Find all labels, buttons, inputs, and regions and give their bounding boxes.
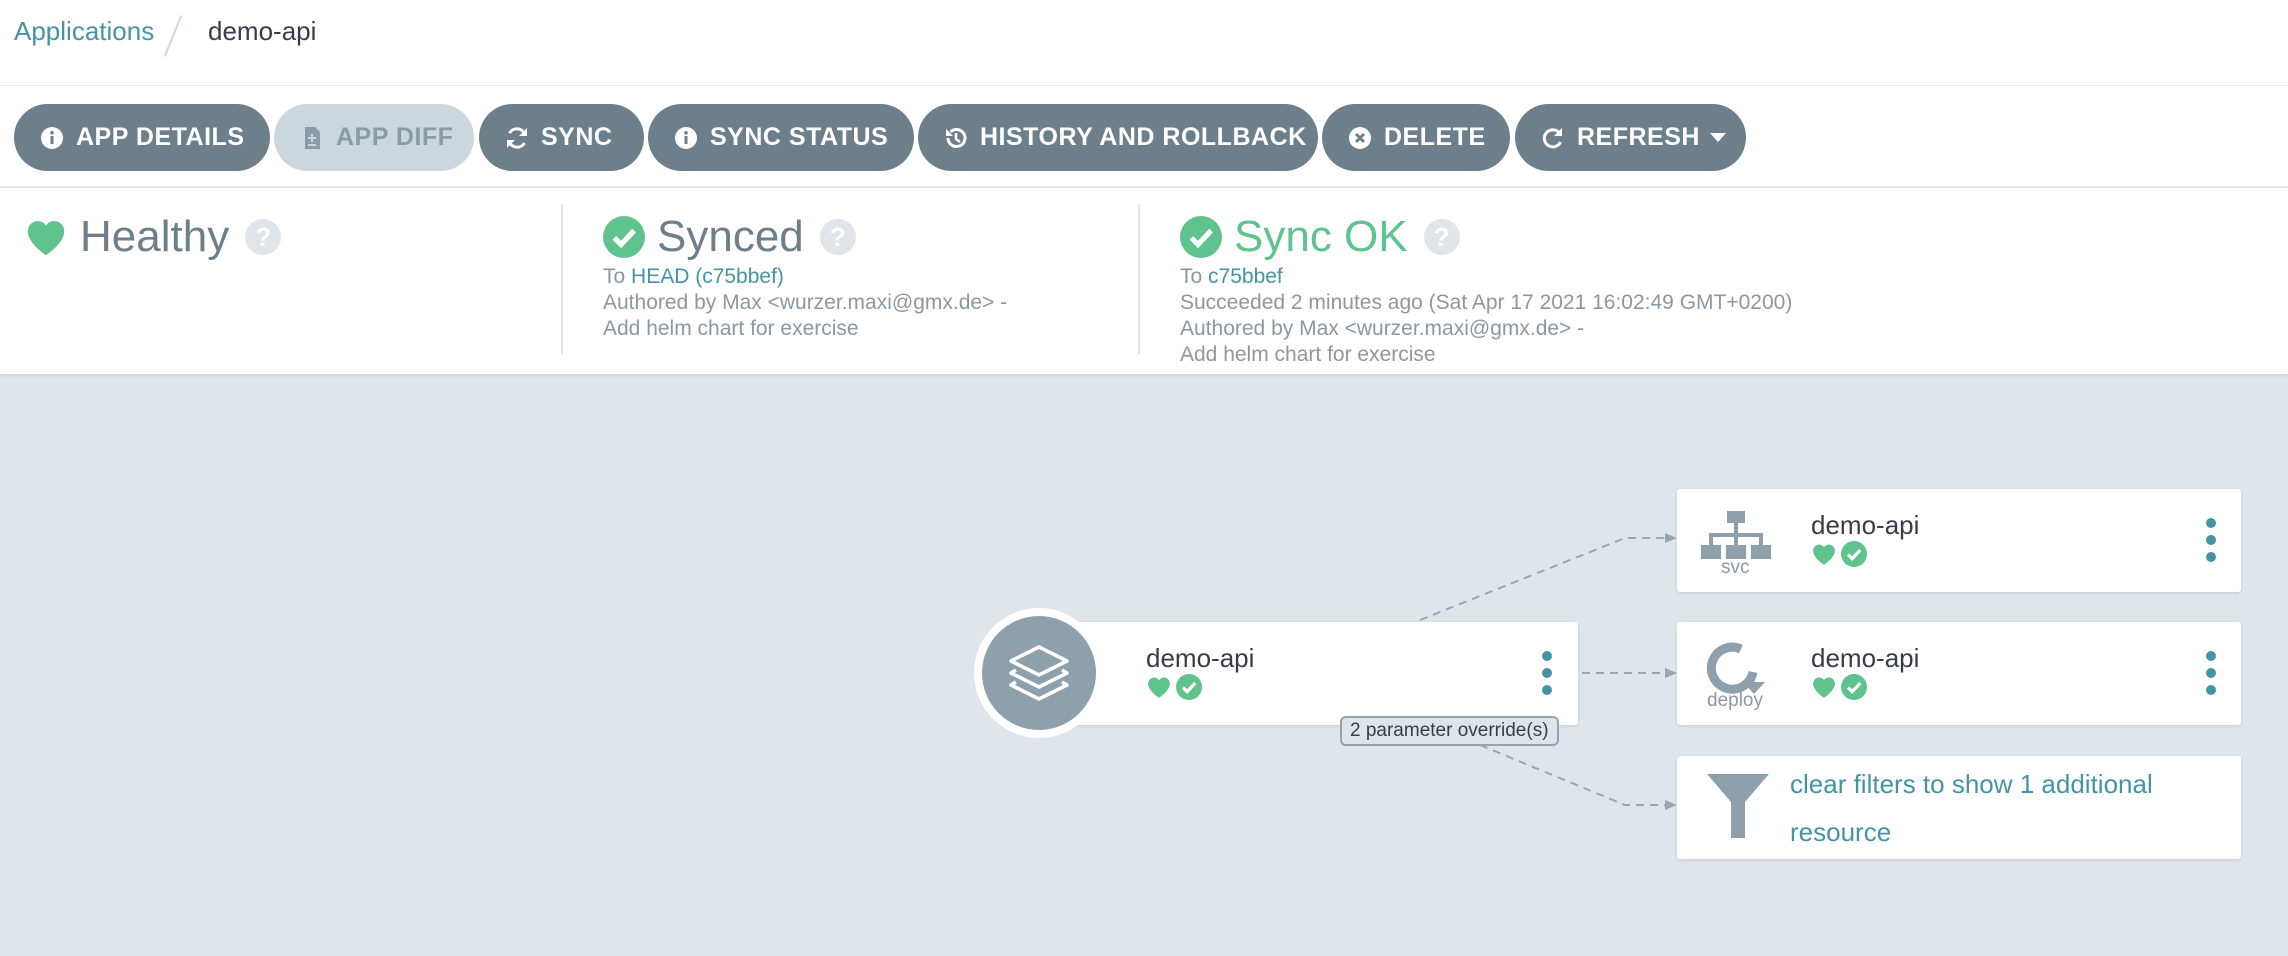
resource-status — [1811, 541, 1871, 567]
heart-icon — [1148, 677, 1170, 698]
sync-status-label: SYNC STATUS — [710, 123, 889, 151]
check-circle-icon — [1841, 674, 1867, 700]
sync-revision-link[interactable]: HEAD (c75bbef) — [631, 265, 784, 288]
times-circle-icon — [1349, 126, 1371, 149]
clear-filters-link[interactable]: clear filters to show 1 additional resou… — [1790, 760, 2210, 856]
delete-label: DELETE — [1384, 123, 1486, 151]
app-diff-button[interactable]: APP DIFF — [274, 104, 474, 171]
app-details-label: APP DETAILS — [76, 123, 245, 151]
history-icon — [946, 127, 967, 148]
sync-title: Synced — [657, 212, 804, 261]
app-node-icon-wrapper — [974, 608, 1104, 738]
history-rollback-button[interactable]: HISTORY AND ROLLBACK — [918, 104, 1318, 171]
health-title: Healthy — [80, 212, 230, 261]
heart-icon — [1813, 544, 1835, 565]
top-bar: Applications demo-api — [0, 0, 2288, 86]
operation-status: Sync OK ? — [1180, 212, 1460, 262]
sync-author: Authored by Max <wurzer.maxi@gmx.de> - — [603, 291, 1008, 314]
help-icon[interactable]: ? — [1423, 219, 1460, 255]
info-icon — [675, 126, 697, 149]
sync-to-prefix: To — [603, 265, 626, 288]
app-diff-label: APP DIFF — [336, 123, 454, 151]
check-circle-icon — [603, 216, 645, 258]
divider — [561, 204, 563, 354]
resource-name: demo-api — [1811, 643, 1920, 673]
resource-name: demo-api — [1811, 510, 1920, 540]
operation-title: Sync OK — [1234, 212, 1408, 261]
resource-status — [1811, 674, 1871, 700]
chevron-down-icon[interactable] — [1709, 133, 1726, 142]
check-circle-icon — [1180, 216, 1222, 258]
sync-icon — [507, 126, 527, 149]
status-panel: Healthy ? Synced ? To HEAD (c75bbef) Aut… — [0, 188, 2288, 374]
app-node-status — [1146, 674, 1206, 700]
history-rollback-label: HISTORY AND ROLLBACK — [980, 123, 1307, 151]
app-details-button[interactable]: APP DETAILS — [14, 104, 270, 171]
health-status: Healthy ? — [24, 212, 282, 262]
app-node-menu[interactable] — [1537, 651, 1557, 695]
resource-node-svc[interactable]: svc demo-api — [1677, 489, 2241, 592]
operation-author: Authored by Max <wurzer.maxi@gmx.de> - — [1180, 317, 1585, 340]
app-node-name: demo-api — [1146, 643, 1255, 673]
resource-kind: deploy — [1707, 690, 1763, 711]
help-icon[interactable]: ? — [819, 219, 856, 255]
sync-commit-message: Add helm chart for exercise — [603, 317, 859, 340]
redo-icon — [1542, 127, 1562, 148]
app-node[interactable]: demo-api — [1040, 622, 1578, 725]
layers-icon — [1009, 645, 1069, 701]
breadcrumb-current: demo-api — [208, 16, 317, 46]
heart-icon — [1813, 677, 1835, 698]
rotate-icon — [1706, 642, 1765, 694]
app-toolbar: APP DETAILS APP DIFF SYNC SYNC STATUS HI… — [0, 86, 2288, 187]
resource-node-menu[interactable] — [2201, 651, 2221, 695]
filter-icon — [1707, 774, 1769, 838]
operation-revision-link[interactable]: c75bbef — [1208, 265, 1283, 288]
breadcrumb-separator — [163, 15, 183, 57]
file-diff-icon — [305, 126, 320, 149]
refresh-button[interactable]: REFRESH — [1515, 104, 1746, 171]
help-icon[interactable]: ? — [245, 219, 282, 255]
sync-label: SYNC — [541, 123, 613, 151]
divider — [1138, 204, 1140, 354]
operation-target-line: To c75bbef — [1180, 265, 1283, 289]
delete-button[interactable]: DELETE — [1322, 104, 1510, 171]
parameter-override-badge: 2 parameter override(s) — [1340, 716, 1559, 746]
app-node-icon-circle — [982, 616, 1096, 730]
resource-node-menu[interactable] — [2201, 518, 2221, 562]
filtered-resources-node[interactable]: clear filters to show 1 additional resou… — [1677, 756, 2241, 859]
sync-target-line: To HEAD (c75bbef) — [603, 265, 784, 289]
info-icon — [41, 126, 63, 149]
resource-kind: svc — [1721, 557, 1750, 578]
breadcrumb-applications-link[interactable]: Applications — [14, 16, 154, 47]
check-circle-icon — [1176, 674, 1202, 700]
sync-status-button[interactable]: SYNC STATUS — [648, 104, 914, 171]
operation-commit-message: Add helm chart for exercise — [1180, 343, 1436, 366]
sync-button[interactable]: SYNC — [479, 104, 644, 171]
resource-node-deploy[interactable]: deploy demo-api — [1677, 622, 2241, 725]
operation-succeeded: Succeeded 2 minutes ago (Sat Apr 17 2021… — [1180, 291, 1793, 314]
heart-icon — [27, 221, 65, 256]
resource-tree: demo-api 2 parameter override(s) svc dem… — [0, 375, 2288, 956]
refresh-label: REFRESH — [1577, 123, 1700, 151]
sync-status: Synced ? — [603, 212, 856, 262]
check-circle-icon — [1841, 541, 1867, 567]
operation-to-prefix: To — [1180, 265, 1203, 288]
